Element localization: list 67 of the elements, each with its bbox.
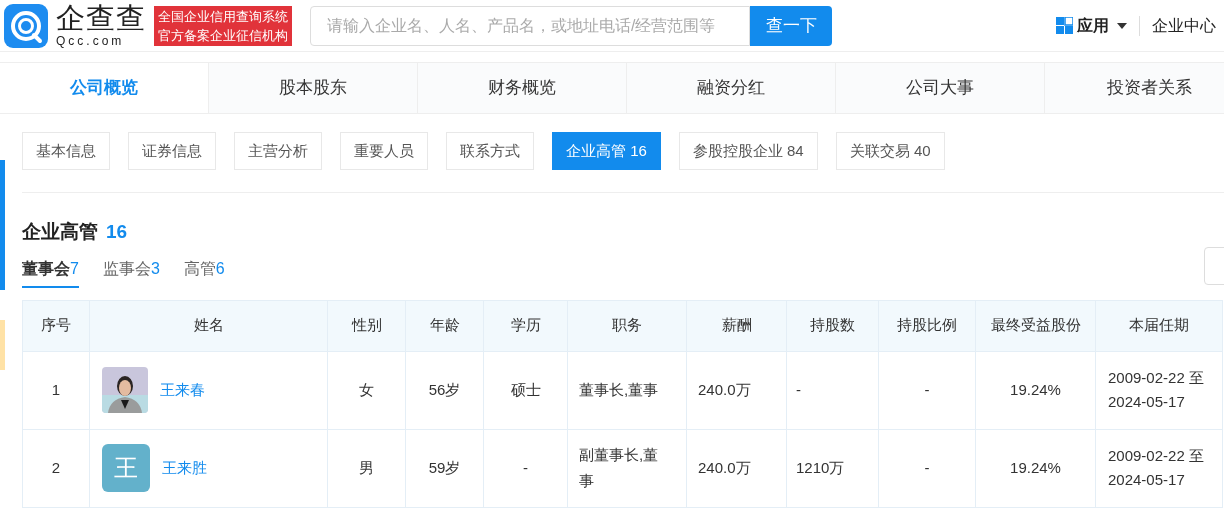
badge-text: 官方备案企业征信机构 bbox=[158, 26, 288, 45]
filter-tab[interactable]: 重要人员 bbox=[340, 132, 428, 170]
table-cell: 240.0万 bbox=[686, 351, 787, 429]
table-cell: - bbox=[483, 429, 568, 507]
filter-tab[interactable]: 证券信息 bbox=[128, 132, 216, 170]
table-cell: 副董事长,董事 bbox=[567, 429, 687, 507]
table-cell: 男 bbox=[327, 429, 406, 507]
side-strip bbox=[0, 320, 5, 370]
table-cell: 56岁 bbox=[405, 351, 484, 429]
filter-tab[interactable]: 企业高管 16 bbox=[552, 132, 661, 170]
filter-tab[interactable]: 联系方式 bbox=[446, 132, 534, 170]
section-tab[interactable]: 股本股东 bbox=[209, 63, 418, 113]
column-header: 学历 bbox=[483, 300, 568, 351]
group-tab[interactable]: 董事会7 bbox=[22, 256, 79, 288]
table-cell: 240.0万 bbox=[686, 429, 787, 507]
section-tab[interactable]: 融资分红 bbox=[627, 63, 836, 113]
person-name-link[interactable]: 王来春 bbox=[160, 378, 205, 402]
filter-tab[interactable]: 主营分析 bbox=[234, 132, 322, 170]
table-cell: 1 bbox=[22, 351, 90, 429]
search-button[interactable]: 查一下 bbox=[750, 5, 832, 46]
table-cell: 1210万 bbox=[786, 429, 879, 507]
section-tab[interactable]: 财务概览 bbox=[418, 63, 627, 113]
search-field[interactable]: 请输入企业名、人名、产品名，或地址电话/经营范围等 bbox=[310, 5, 750, 46]
table-cell: - bbox=[878, 351, 976, 429]
badge-text: 全国企业信用查询系统 bbox=[158, 7, 288, 26]
term-date: 2024-05-17 bbox=[1108, 470, 1186, 490]
group-tab[interactable]: 高管6 bbox=[183, 256, 225, 288]
grid-icon bbox=[1056, 17, 1073, 34]
column-header: 姓名 bbox=[89, 300, 328, 351]
column-header: 持股比例 bbox=[878, 300, 976, 351]
person-name-link[interactable]: 王来胜 bbox=[162, 456, 207, 480]
column-header: 序号 bbox=[22, 300, 90, 351]
section-title: 企业高管 bbox=[22, 220, 98, 244]
enterprise-center-link[interactable]: 企业中心 bbox=[1152, 13, 1216, 38]
term-date: 2009-02-22 至 bbox=[1108, 368, 1205, 388]
term-date: 2024-05-17 bbox=[1108, 392, 1186, 412]
group-tab[interactable]: 监事会3 bbox=[102, 256, 160, 288]
column-header: 持股数 bbox=[786, 300, 879, 351]
logo-icon[interactable] bbox=[4, 3, 48, 48]
filter-tab[interactable]: 基本信息 bbox=[22, 132, 110, 170]
caret-icon bbox=[1117, 22, 1127, 29]
column-header: 职务 bbox=[567, 300, 687, 351]
section-tab[interactable]: 投资者关系 bbox=[1045, 63, 1224, 113]
column-header: 最终受益股份 bbox=[975, 300, 1096, 351]
table-cell: 2 bbox=[22, 429, 90, 507]
table-cell: 女 bbox=[327, 351, 406, 429]
table-cell: 19.24% bbox=[975, 351, 1096, 429]
filter-tab[interactable]: 参股控股企业 84 bbox=[678, 132, 818, 170]
column-header: 本届任期 bbox=[1095, 300, 1223, 351]
section-tab[interactable]: 公司概览 bbox=[0, 63, 209, 113]
column-header: 性别 bbox=[327, 300, 406, 351]
table-cell: 董事长,董事 bbox=[567, 351, 687, 429]
table-cell: 19.24% bbox=[975, 429, 1096, 507]
logo-domain: Qcc.com bbox=[56, 35, 126, 47]
filter-tab[interactable]: 关联交易 40 bbox=[835, 132, 945, 170]
table-cell: - bbox=[786, 351, 879, 429]
table-cell: - bbox=[878, 429, 976, 507]
column-header: 年龄 bbox=[405, 300, 484, 351]
apps-menu[interactable]: 应用 bbox=[1077, 13, 1127, 38]
table-cell: 硕士 bbox=[483, 351, 568, 429]
section-tab[interactable]: 公司大事 bbox=[836, 63, 1045, 113]
table-cell: 59岁 bbox=[405, 429, 484, 507]
column-header: 薪酬 bbox=[686, 300, 787, 351]
section-count: 16 bbox=[106, 220, 128, 244]
avatar-letter: 王 bbox=[102, 444, 150, 492]
logo-name: 企查查 bbox=[56, 4, 146, 33]
term-date: 2009-02-22 至 bbox=[1108, 446, 1205, 466]
